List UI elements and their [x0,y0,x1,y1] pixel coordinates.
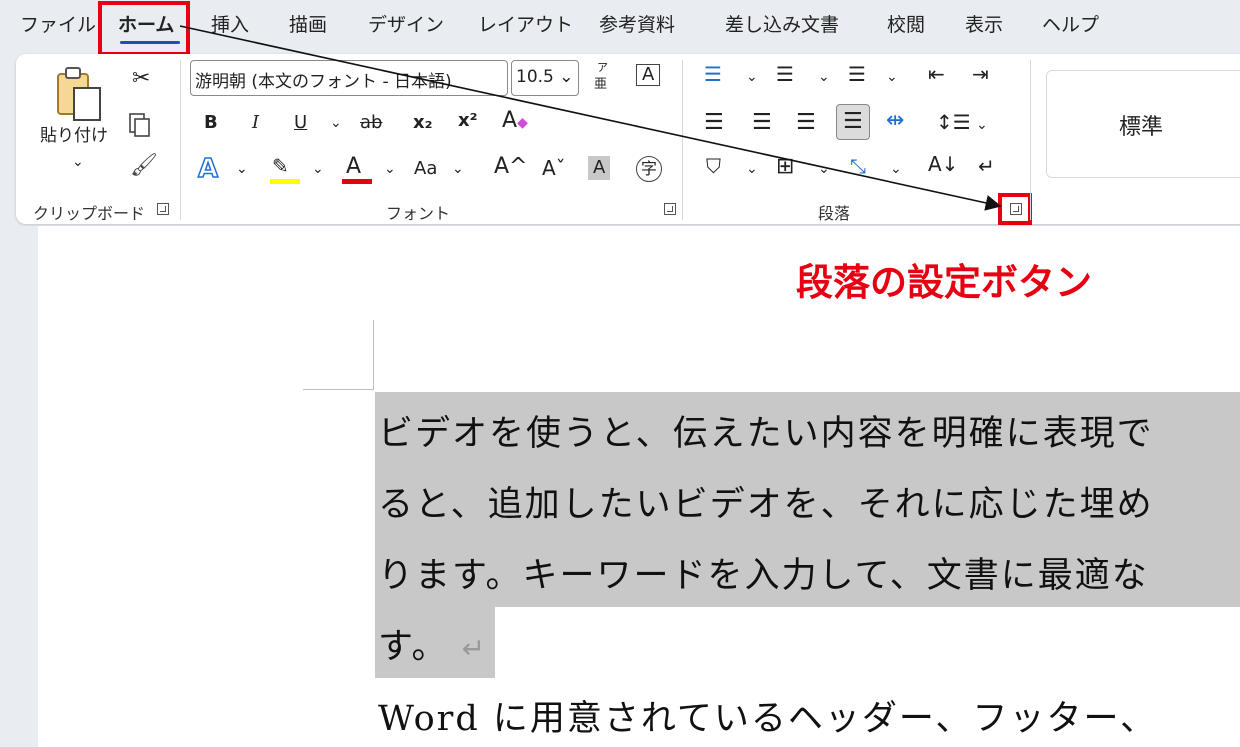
borders-icon[interactable]: ⊞ [776,156,794,178]
shrink-font-button[interactable]: Aˇ [542,158,566,178]
italic-button[interactable]: I [252,114,259,132]
separator [1030,60,1031,220]
paragraph-mark-icon: ↵ [461,632,488,665]
phonetic-guide-top: ア [597,61,608,74]
decrease-indent-icon[interactable]: ⇤ [928,64,945,84]
font-color-button[interactable]: A [346,156,361,178]
style-normal-label: 標準 [1119,115,1164,140]
tab-insert[interactable]: 挿入 [211,10,249,37]
paste-label[interactable]: 貼り付け [40,128,108,145]
text-effect-button[interactable]: A [197,155,219,183]
bullets-icon[interactable]: ☰ [704,64,722,84]
tab-references[interactable]: 参考資料 [599,10,675,37]
font-size-value: 10.5 [516,67,554,87]
underline-button[interactable]: U [294,114,307,132]
separator [682,60,683,220]
asian-layout-icon[interactable]: ⤡ [850,156,866,176]
document-line-text: す。 [378,627,449,667]
numbering-dropdown-icon[interactable]: ⌄ [818,70,830,84]
style-normal[interactable]: 標準 [1046,70,1240,178]
font-dialog-launcher[interactable] [664,203,676,215]
numbering-icon[interactable]: ☰ [776,64,794,84]
clipboard-dialog-launcher[interactable] [157,203,169,215]
copy-icon[interactable] [128,112,152,138]
bullets-dropdown-icon[interactable]: ⌄ [746,70,758,84]
tab-mailings[interactable]: 差し込み文書 [725,10,839,37]
tab-help[interactable]: ヘルプ [1042,10,1099,37]
align-right-icon[interactable]: ☰ [796,112,816,134]
subscript-button[interactable]: x₂ [413,114,433,132]
document-line[interactable]: ると、追加したいビデオを、それに応じた埋め [378,476,1154,527]
distributed-icon[interactable]: ⇹ [886,110,904,132]
tab-design[interactable]: デザイン [368,10,444,37]
tab-draw[interactable]: 描画 [289,10,327,37]
line-spacing-icon[interactable]: ↕☰ [936,112,971,132]
superscript-button[interactable]: x² [458,112,478,130]
bold-button[interactable]: B [204,114,218,132]
text-effect-dropdown-icon[interactable]: ⌄ [236,162,248,176]
multilevel-list-icon[interactable]: ☰ [848,64,866,84]
show-paragraph-marks-icon[interactable]: ↵ [978,156,995,176]
line-spacing-dropdown-icon[interactable]: ⌄ [976,118,988,132]
highlight-dropdown-icon[interactable]: ⌄ [312,162,324,176]
clear-formatting-icon[interactable]: A◆ [502,110,528,132]
change-case-button[interactable]: Aa [414,160,437,178]
clipboard-group-label: クリップボード [33,204,146,223]
font-size-select[interactable]: 10.5 ⌄ [511,60,579,96]
font-color-dropdown-icon[interactable]: ⌄ [384,162,396,176]
tab-view[interactable]: 表示 [965,10,1003,37]
document-line[interactable]: Word に用意されているヘッダー、フッター、 [378,690,1157,741]
enclosed-character-button[interactable]: A [636,64,661,86]
tab-review[interactable]: 校閲 [887,10,925,37]
document-line[interactable]: す。 ↵ [378,618,487,669]
enclose-characters-button[interactable]: 字 [636,156,662,182]
highlight-color-bar [270,179,300,184]
align-center-icon[interactable]: ☰ [752,112,772,134]
font-name-select[interactable]: 游明朝 (本文のフォント - 日本語) [190,60,508,96]
shading-dropdown-icon[interactable]: ⌄ [746,162,758,176]
paragraph-group-label: 段落 [818,204,851,223]
document-line[interactable]: ります。キーワードを入力して、文書に最適な [378,547,1149,598]
shading-icon[interactable]: ⛉ [706,156,721,176]
tab-file[interactable]: ファイル [20,10,96,37]
paragraph-launcher-highlight [998,193,1032,225]
cut-icon[interactable]: ✂ [132,68,150,90]
paste-icon[interactable] [54,66,106,124]
font-group-label: フォント [386,204,451,223]
align-left-icon[interactable]: ☰ [704,112,724,134]
phonetic-guide-button[interactable]: 亜 [594,78,607,91]
font-color-bar [342,179,372,184]
paste-dropdown-icon[interactable]: ⌄ [72,155,84,169]
underline-dropdown-icon[interactable]: ⌄ [330,116,342,130]
strikethrough-button[interactable]: ab [360,114,382,132]
borders-dropdown-icon[interactable]: ⌄ [818,162,830,176]
format-painter-icon[interactable]: 🖌 [130,155,158,177]
crop-mark [373,320,374,390]
home-tab-highlight [98,1,190,56]
highlight-pen-icon[interactable]: ✎ [272,156,289,176]
annotation-callout: 段落の設定ボタン [796,261,1092,304]
character-shading-button[interactable]: A [588,156,611,180]
asian-layout-dropdown-icon[interactable]: ⌄ [890,162,902,176]
grow-font-button[interactable]: A^ [494,156,527,178]
increase-indent-icon[interactable]: ⇥ [972,64,989,84]
tab-layout[interactable]: レイアウト [478,10,573,37]
sort-icon[interactable]: A↓ [928,154,958,174]
multilevel-dropdown-icon[interactable]: ⌄ [886,70,898,84]
separator [180,60,181,220]
justify-icon[interactable]: ☰ [836,104,870,140]
document-line[interactable]: ビデオを使うと、伝えたい内容を明確に表現で [378,405,1154,456]
change-case-dropdown-icon[interactable]: ⌄ [452,162,464,176]
crop-mark [303,389,373,390]
